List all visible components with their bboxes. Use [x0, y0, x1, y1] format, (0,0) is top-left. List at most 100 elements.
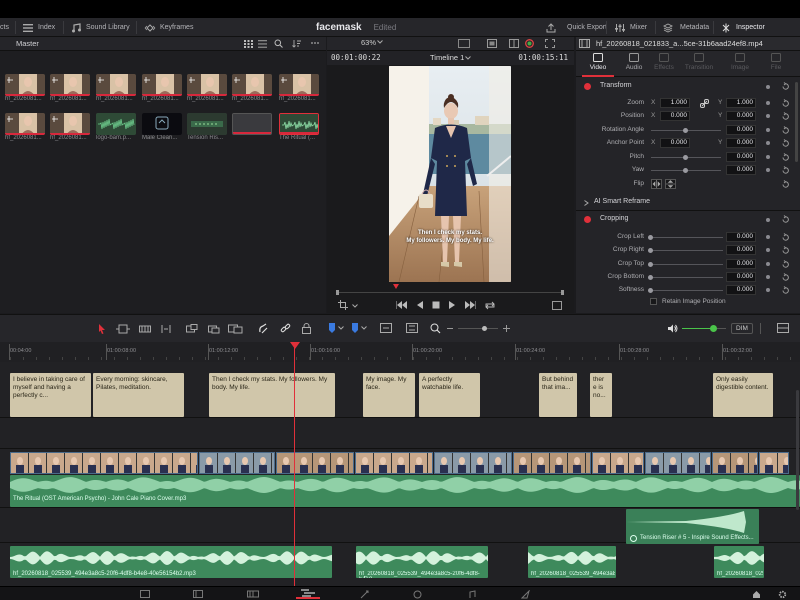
flip-horizontal-button[interactable]	[651, 179, 662, 189]
cropping-section-header[interactable]: Cropping	[576, 213, 800, 227]
video-clip[interactable]	[645, 452, 711, 474]
subtitle-clip[interactable]: My image. My face.	[363, 373, 415, 417]
grid-view-icon[interactable]	[244, 40, 253, 48]
tab-transition[interactable]: Transition	[683, 53, 715, 71]
reset-icon[interactable]	[781, 273, 789, 281]
flip-vertical-button[interactable]	[665, 179, 676, 189]
skip-forward-icon[interactable]	[464, 301, 476, 310]
video-clip[interactable]	[276, 452, 354, 474]
reset-icon[interactable]	[781, 233, 789, 241]
timeline-name[interactable]: Timeline 1	[430, 53, 464, 62]
viewer-playhead[interactable]	[393, 284, 399, 289]
media-thumbnail[interactable]	[142, 74, 182, 96]
reset-icon[interactable]	[781, 99, 789, 107]
deliver-page-icon[interactable]	[521, 590, 530, 599]
lock-icon[interactable]	[302, 323, 311, 334]
media-page-icon[interactable]	[140, 590, 150, 598]
speaker-icon[interactable]	[668, 324, 678, 333]
media-thumbnail[interactable]	[187, 113, 227, 135]
reset-icon[interactable]	[781, 112, 789, 120]
fullscreen-icon[interactable]	[545, 39, 555, 48]
color-page-icon[interactable]	[413, 590, 422, 599]
slider-knob[interactable]	[683, 128, 688, 133]
reset-icon[interactable]	[781, 260, 789, 268]
edit-page-icon[interactable]	[247, 590, 259, 598]
slider-knob[interactable]	[648, 262, 653, 267]
param-slider[interactable]	[651, 250, 723, 251]
voice-audio-clip[interactable]: hf_20260818_025539_494e3a8c5-20f6-4df8-b…	[356, 546, 488, 578]
keyframe-dot[interactable]	[766, 288, 770, 292]
slider-knob[interactable]	[648, 248, 653, 253]
value-field[interactable]: 0.000	[726, 285, 756, 295]
media-thumbnail[interactable]	[232, 74, 272, 96]
timeline-scrollbar[interactable]	[796, 390, 799, 510]
home-icon[interactable]	[752, 590, 761, 599]
inspector-button[interactable]: Inspector	[720, 18, 765, 37]
video-clip[interactable]	[355, 452, 433, 474]
value-field[interactable]: 0.000	[726, 245, 756, 255]
video-clip[interactable]	[199, 452, 275, 474]
zoom-select[interactable]: 63%	[361, 38, 376, 47]
enable-toggle[interactable]	[584, 83, 591, 90]
value-field[interactable]: 0.000	[726, 272, 756, 282]
subtitle-clip[interactable]: But behind that ima...	[539, 373, 577, 417]
keyframe-dot[interactable]	[766, 275, 770, 279]
reset-icon[interactable]	[781, 82, 790, 91]
subtitle-clip[interactable]: ther e is no...	[590, 373, 612, 417]
replace-clip-icon[interactable]	[228, 324, 244, 334]
slider-knob[interactable]	[648, 288, 653, 293]
param-slider[interactable]	[651, 290, 723, 291]
gear-icon[interactable]	[778, 590, 787, 599]
zoom-full-icon[interactable]	[380, 323, 392, 333]
play-reverse-icon[interactable]	[416, 301, 424, 310]
media-thumbnail[interactable]	[279, 74, 319, 96]
crop-tool-icon[interactable]	[338, 300, 348, 310]
loop-icon[interactable]	[484, 301, 496, 310]
slider-knob[interactable]	[683, 168, 688, 173]
viewer-scrubber[interactable]	[336, 292, 564, 293]
tab-effects[interactable]: Effects	[648, 53, 680, 71]
reset-icon[interactable]	[781, 246, 789, 254]
safe-area-icon[interactable]	[487, 39, 497, 48]
reset-icon[interactable]	[781, 126, 789, 134]
link-icon[interactable]	[700, 99, 709, 108]
reset-icon[interactable]	[781, 215, 790, 224]
cuts-tab[interactable]: cts	[0, 18, 9, 37]
quick-export-button[interactable]: Quick Export	[545, 18, 607, 37]
dim-button[interactable]: DIM	[731, 323, 753, 334]
stop-icon[interactable]	[432, 301, 440, 310]
inspector-scrollbar[interactable]	[795, 82, 798, 162]
index-button[interactable]: Index	[22, 18, 55, 37]
subtitle-clip[interactable]: I believe in taking care of myself and h…	[10, 373, 91, 417]
y-value-field[interactable]: 0.000	[726, 138, 756, 148]
zoom-detail-icon[interactable]	[406, 323, 418, 333]
overwrite-clip-icon[interactable]	[208, 324, 220, 334]
media-thumbnail[interactable]	[96, 74, 136, 96]
search-icon[interactable]	[274, 39, 283, 48]
smart-reframe-section[interactable]: AI Smart Reframe	[576, 196, 800, 210]
subtitle-clip[interactable]: Every morning: skincare, Pilates, medita…	[93, 373, 184, 417]
dynamic-trim-icon[interactable]	[160, 324, 172, 334]
voice-audio-clip[interactable]: hf_20260818_025539	[714, 546, 764, 578]
keyframe-dot[interactable]	[766, 114, 770, 118]
volume-knob[interactable]	[709, 325, 717, 332]
color-wheel-icon[interactable]	[525, 39, 534, 48]
media-thumbnail[interactable]	[96, 113, 136, 135]
more-options-icon[interactable]	[310, 39, 320, 47]
param-slider[interactable]	[651, 277, 723, 278]
insert-clip-icon[interactable]	[186, 324, 198, 334]
riser-audio-clip[interactable]: Tension Riser # 5 - Inspire Sound Effect…	[626, 509, 759, 544]
snapping-icon[interactable]	[258, 323, 269, 334]
media-thumbnail[interactable]	[232, 113, 272, 135]
value-field[interactable]: 0.000	[726, 125, 756, 135]
value-field[interactable]: 0.000	[726, 259, 756, 269]
fusion-page-icon[interactable]	[360, 590, 369, 599]
slider-knob[interactable]	[648, 235, 653, 240]
sort-icon[interactable]	[292, 39, 302, 48]
timeline-zoom-slider[interactable]	[458, 328, 498, 329]
keyframe-dot[interactable]	[766, 262, 770, 266]
subtitle-clip[interactable]: Only easily digestible content.	[713, 373, 773, 417]
media-thumbnail[interactable]	[5, 113, 45, 135]
tab-video[interactable]: Video	[582, 53, 614, 77]
media-thumbnail[interactable]	[187, 74, 227, 96]
